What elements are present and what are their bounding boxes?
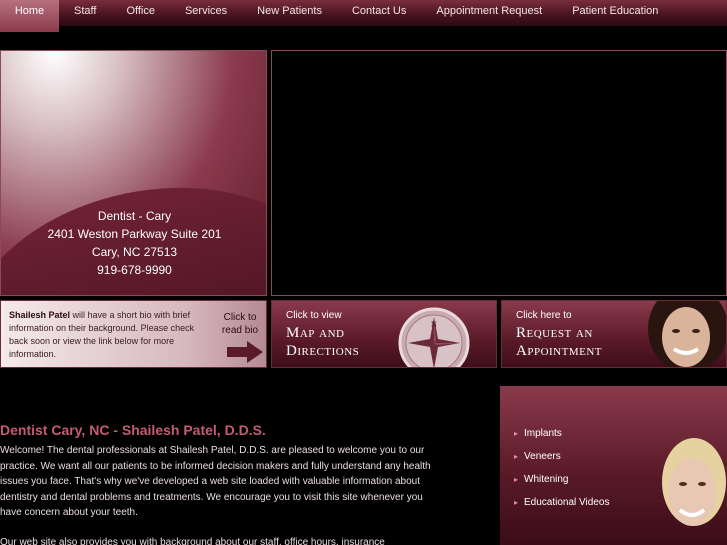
office-street: 2401 Weston Parkway Suite 201 [47, 227, 222, 241]
office-city: Cary, NC 27513 [91, 245, 178, 259]
welcome-paragraph: Welcome! The dental professionals at Sha… [0, 445, 431, 518]
sidebar-item-whitening[interactable]: ▸ Whitening [514, 474, 568, 485]
chevron-right-icon: ▸ [514, 475, 519, 484]
chevron-right-icon: ▸ [514, 498, 519, 507]
map-promo-title-line2: Directions [286, 343, 360, 359]
office-info-panel: Dentist - Cary 2401 Weston Parkway Suite… [0, 50, 267, 296]
appt-promo-title: Request an Appointment [516, 324, 602, 360]
office-address: Dentist - Cary 2401 Weston Parkway Suite… [1, 207, 266, 279]
bio-name: Shailesh Patel [9, 310, 71, 320]
appt-promo-caption: Click here to [516, 310, 572, 321]
about-paragraph: Our web site also provides you with back… [0, 537, 385, 545]
sidebar-item-label: Implants [524, 428, 562, 439]
bio-promo[interactable]: Shailesh Patel will have a short bio wit… [0, 300, 267, 368]
map-promo-title-line1: Map and [286, 325, 345, 341]
request-appointment-promo[interactable]: Click here to Request an Appointment [501, 300, 727, 368]
hero-media-panel [271, 50, 727, 296]
nav-home[interactable]: Home [0, 0, 59, 32]
services-sidebar: ▸ Implants ▸ Veneers ▸ Whitening ▸ Education… [500, 386, 727, 545]
main-nav: Home Staff Office Services New Patients … [0, 0, 727, 32]
sidebar-item-label: Veneers [524, 451, 561, 462]
nav-services[interactable]: Services [170, 0, 242, 26]
sidebar-item-label: Educational Videos [524, 497, 610, 508]
nav-new-patients[interactable]: New Patients [242, 0, 337, 26]
bio-text: Shailesh Patel will have a short bio wit… [9, 309, 204, 361]
nav-staff[interactable]: Staff [59, 0, 111, 26]
compass-icon: N [398, 307, 470, 367]
page-heading: Dentist Cary, NC - Shailesh Patel, D.D.S… [0, 422, 266, 438]
chevron-right-icon: ▸ [514, 429, 519, 438]
smiling-woman-photo [648, 301, 726, 367]
nav-contact-us[interactable]: Contact Us [337, 0, 421, 26]
svg-text:N: N [431, 320, 437, 329]
office-title: Dentist - Cary [97, 209, 172, 223]
chevron-right-icon: ▸ [514, 452, 519, 461]
sidebar-item-implants[interactable]: ▸ Implants [514, 428, 562, 439]
nav-office[interactable]: Office [111, 0, 170, 26]
smiling-woman-photo [662, 438, 726, 526]
map-promo-title: Map and Directions [286, 324, 359, 360]
sidebar-item-label: Whitening [524, 474, 569, 485]
appt-promo-title-line1: Request an [516, 325, 593, 341]
map-directions-promo[interactable]: Click to view Map and Directions N [271, 300, 497, 368]
read-bio-link[interactable]: Click to read bio [214, 311, 266, 337]
nav-patient-education[interactable]: Patient Education [557, 0, 673, 26]
map-promo-caption: Click to view [286, 310, 342, 321]
nav-appointment-request[interactable]: Appointment Request [421, 0, 557, 26]
appt-promo-title-line2: Appointment [516, 343, 603, 359]
sidebar-item-veneers[interactable]: ▸ Veneers [514, 451, 561, 462]
sidebar-item-educational-videos[interactable]: ▸ Educational Videos [514, 497, 609, 508]
office-phone: 919-678-9990 [97, 263, 172, 277]
